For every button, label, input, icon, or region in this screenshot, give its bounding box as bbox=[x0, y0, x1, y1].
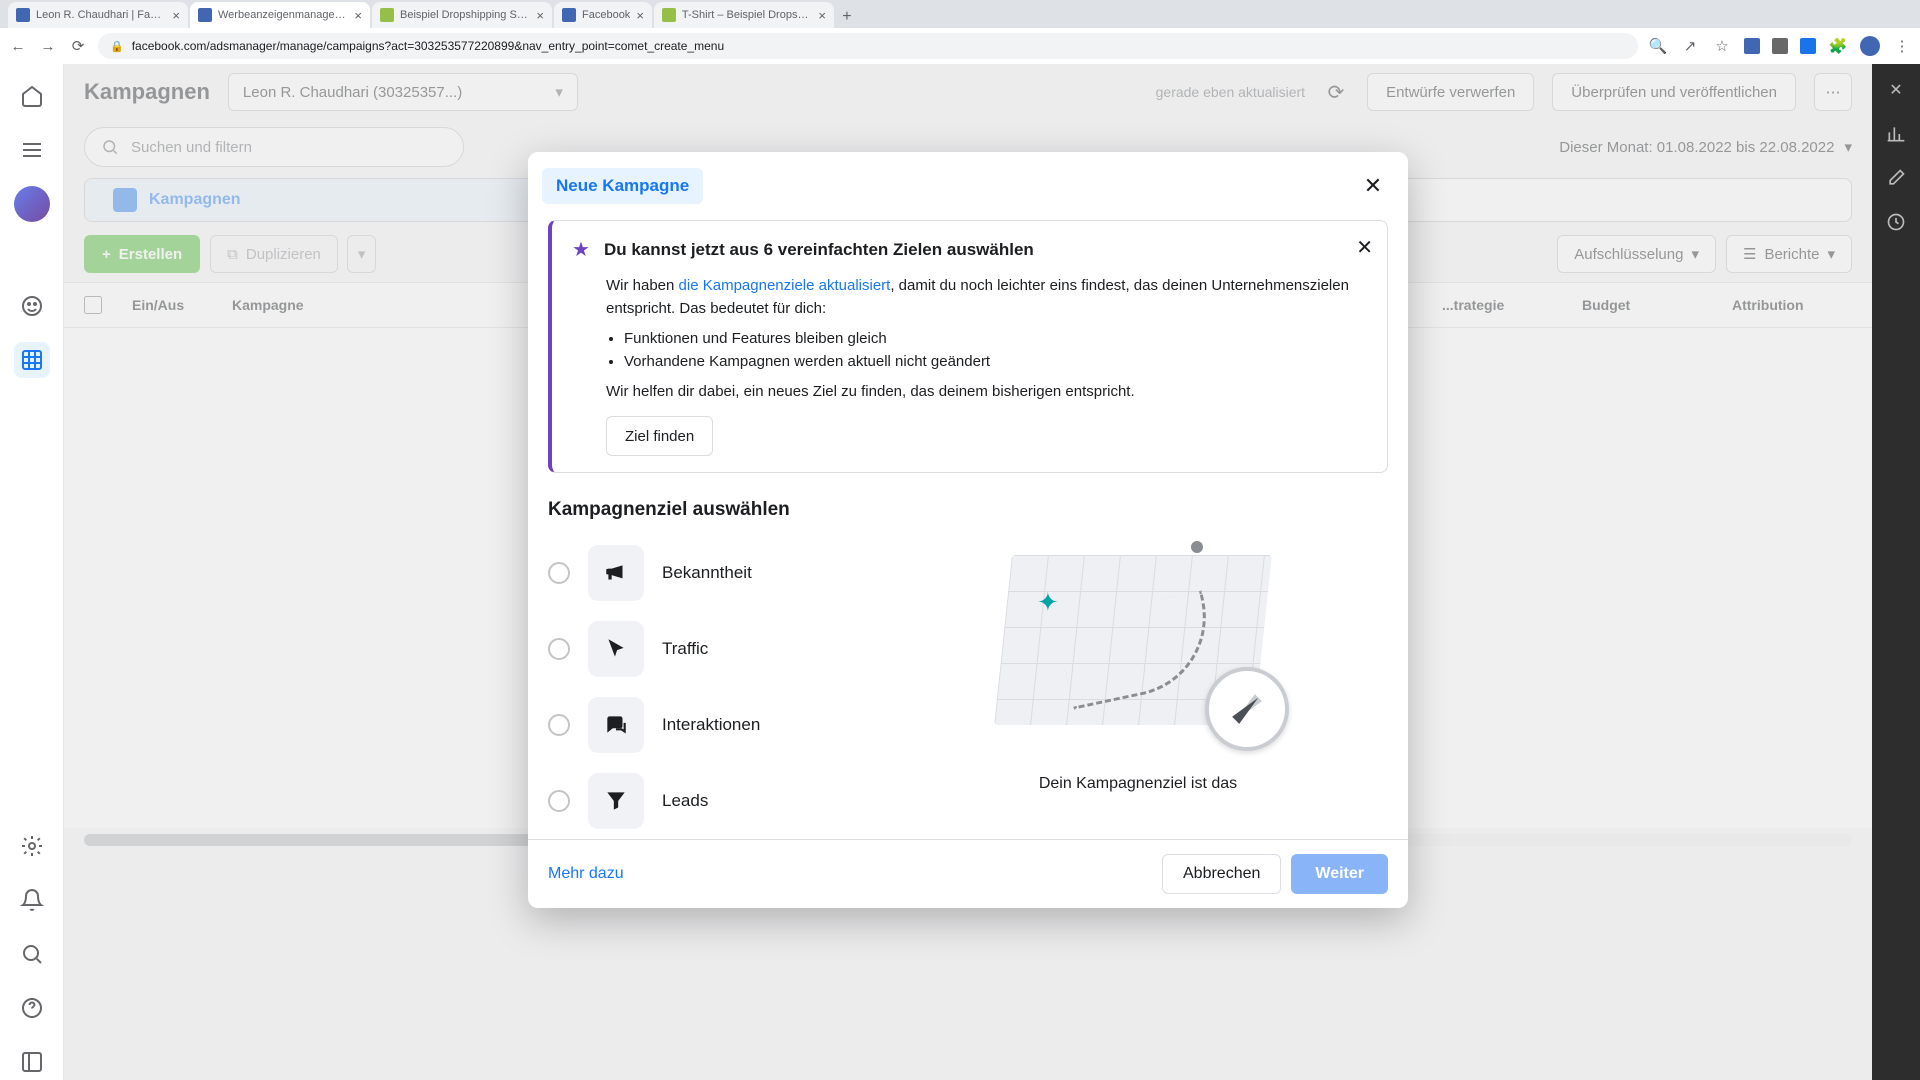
url-input[interactable]: 🔒 facebook.com/adsmanager/manage/campaign… bbox=[98, 33, 1638, 59]
zoom-icon[interactable]: 🔍 bbox=[1648, 36, 1668, 56]
collapse-icon[interactable] bbox=[14, 1044, 50, 1080]
list-item: Vorhandene Kampagnen werden aktuell nich… bbox=[624, 350, 1367, 373]
share-icon[interactable]: ↗ bbox=[1680, 36, 1700, 56]
audience-icon[interactable] bbox=[14, 288, 50, 324]
modal-footer: Mehr dazu Abbrechen Weiter bbox=[528, 839, 1408, 908]
tab-title: T-Shirt – Beispiel Dropshippin... bbox=[682, 9, 812, 21]
close-icon[interactable]: × bbox=[636, 8, 644, 23]
next-button[interactable]: Weiter bbox=[1291, 854, 1388, 894]
extension-icon[interactable] bbox=[1772, 38, 1788, 54]
main: Kampagnen Leon R. Chaudhari (30325357...… bbox=[64, 64, 1872, 1080]
new-tab-button[interactable]: + bbox=[836, 6, 858, 28]
find-goal-button[interactable]: Ziel finden bbox=[606, 416, 713, 456]
close-icon[interactable]: ✕ bbox=[1356, 235, 1373, 260]
close-icon[interactable]: × bbox=[536, 8, 544, 23]
illustration-caption: Dein Kampagnenziel ist das bbox=[1039, 775, 1237, 793]
search-icon[interactable] bbox=[14, 936, 50, 972]
address-bar-row: ← → ⟳ 🔒 facebook.com/adsmanager/manage/ca… bbox=[0, 28, 1920, 64]
goals-list: Bekanntheit Traffic Interaktionen bbox=[548, 545, 848, 829]
sparkle-icon: ✦ bbox=[1037, 587, 1059, 618]
goal-label: Interaktionen bbox=[662, 715, 760, 735]
info-list: Funktionen und Features bleiben gleich V… bbox=[624, 327, 1367, 374]
new-campaign-modal: Neue Kampagne ✕ ✕ ★ Du kannst jetzt aus … bbox=[528, 152, 1408, 908]
browser-tab[interactable]: Facebook × bbox=[554, 2, 652, 28]
clock-icon[interactable] bbox=[1884, 210, 1908, 234]
browser-tab[interactable]: Leon R. Chaudhari | Facebook × bbox=[8, 2, 188, 28]
back-button[interactable]: ← bbox=[8, 36, 28, 56]
tab-title: Facebook bbox=[582, 9, 630, 21]
table-icon[interactable] bbox=[14, 342, 50, 378]
help-icon[interactable] bbox=[14, 990, 50, 1026]
radio[interactable] bbox=[548, 714, 570, 736]
goal-leads[interactable]: Leads bbox=[548, 773, 848, 829]
gear-icon[interactable] bbox=[14, 828, 50, 864]
profile-avatar[interactable] bbox=[1860, 36, 1880, 56]
browser-tab[interactable]: T-Shirt – Beispiel Dropshippin... × bbox=[654, 2, 834, 28]
info-title: Du kannst jetzt aus 6 vereinfachten Ziel… bbox=[604, 240, 1034, 260]
lock-icon: 🔒 bbox=[110, 40, 124, 53]
radio[interactable] bbox=[548, 790, 570, 812]
info-help: Wir helfen dir dabei, ein neues Ziel zu … bbox=[606, 383, 1367, 400]
extension-icon[interactable] bbox=[1744, 38, 1760, 54]
browser-tab[interactable]: Werbeanzeigenmanager - We... × bbox=[190, 2, 370, 28]
goal-label: Traffic bbox=[662, 639, 708, 659]
tab-title: Werbeanzeigenmanager - We... bbox=[218, 9, 348, 21]
goal-label: Leads bbox=[662, 791, 708, 811]
app: Kampagnen Leon R. Chaudhari (30325357...… bbox=[0, 64, 1920, 1080]
radio[interactable] bbox=[548, 562, 570, 584]
funnel-icon bbox=[588, 773, 644, 829]
modal-header: Neue Kampagne ✕ bbox=[528, 152, 1408, 214]
close-icon[interactable]: × bbox=[172, 8, 180, 23]
compass-icon bbox=[1205, 667, 1289, 751]
megaphone-icon bbox=[588, 545, 644, 601]
cancel-button[interactable]: Abbrechen bbox=[1162, 854, 1281, 894]
avatar[interactable] bbox=[14, 186, 50, 222]
modal-body: ✕ ★ Du kannst jetzt aus 6 vereinfachten … bbox=[528, 214, 1408, 839]
learn-more-link[interactable]: Mehr dazu bbox=[548, 865, 624, 883]
star-icon: ★ bbox=[572, 237, 590, 262]
info-desc: Wir haben die Kampagnenziele aktualisier… bbox=[606, 274, 1367, 321]
goal-engagement[interactable]: Interaktionen bbox=[548, 697, 848, 753]
illustration-panel: ✦ Dein Kampagnenziel ist das bbox=[888, 545, 1388, 829]
chart-icon[interactable] bbox=[1884, 122, 1908, 146]
info-card: ✕ ★ Du kannst jetzt aus 6 vereinfachten … bbox=[548, 220, 1388, 473]
goals-updated-link[interactable]: die Kampagnenziele aktualisiert bbox=[679, 277, 891, 294]
chat-icon bbox=[588, 697, 644, 753]
forward-button[interactable]: → bbox=[38, 36, 58, 56]
browser-chrome: Leon R. Chaudhari | Facebook × Werbeanzei… bbox=[0, 0, 1920, 64]
reload-button[interactable]: ⟳ bbox=[68, 36, 88, 56]
goal-label: Bekanntheit bbox=[662, 563, 752, 583]
extension-icon[interactable] bbox=[1800, 38, 1816, 54]
map-compass-illustration: ✦ bbox=[993, 545, 1283, 745]
list-item: Funktionen und Features bleiben gleich bbox=[624, 327, 1367, 350]
close-icon[interactable]: × bbox=[354, 8, 362, 23]
menu-icon[interactable]: ⋮ bbox=[1892, 36, 1912, 56]
tab-title: Beispiel Dropshipping Store - ... bbox=[400, 9, 530, 21]
close-icon[interactable]: × bbox=[818, 8, 826, 23]
cursor-icon bbox=[588, 621, 644, 677]
section-title: Kampagnenziel auswählen bbox=[548, 499, 1388, 521]
close-icon[interactable]: ✕ bbox=[1358, 171, 1388, 201]
browser-tab[interactable]: Beispiel Dropshipping Store - ... × bbox=[372, 2, 552, 28]
menu-icon[interactable] bbox=[14, 132, 50, 168]
extensions-icon[interactable]: 🧩 bbox=[1828, 36, 1848, 56]
tab-strip: Leon R. Chaudhari | Facebook × Werbeanzei… bbox=[0, 0, 1920, 28]
addr-icons: 🔍 ↗ ☆ 🧩 ⋮ bbox=[1648, 36, 1912, 56]
right-rail: ✕ bbox=[1872, 64, 1920, 1080]
url-text: facebook.com/adsmanager/manage/campaigns… bbox=[132, 39, 724, 53]
home-icon[interactable] bbox=[14, 78, 50, 114]
close-icon[interactable]: ✕ bbox=[1884, 78, 1908, 102]
radio[interactable] bbox=[548, 638, 570, 660]
goal-traffic[interactable]: Traffic bbox=[548, 621, 848, 677]
star-icon[interactable]: ☆ bbox=[1712, 36, 1732, 56]
left-rail bbox=[0, 64, 64, 1080]
tab-title: Leon R. Chaudhari | Facebook bbox=[36, 9, 166, 21]
goal-awareness[interactable]: Bekanntheit bbox=[548, 545, 848, 601]
modal-title: Neue Kampagne bbox=[542, 168, 703, 204]
bell-icon[interactable] bbox=[14, 882, 50, 918]
goals-row: Bekanntheit Traffic Interaktionen bbox=[548, 545, 1388, 829]
edit-icon[interactable] bbox=[1884, 166, 1908, 190]
